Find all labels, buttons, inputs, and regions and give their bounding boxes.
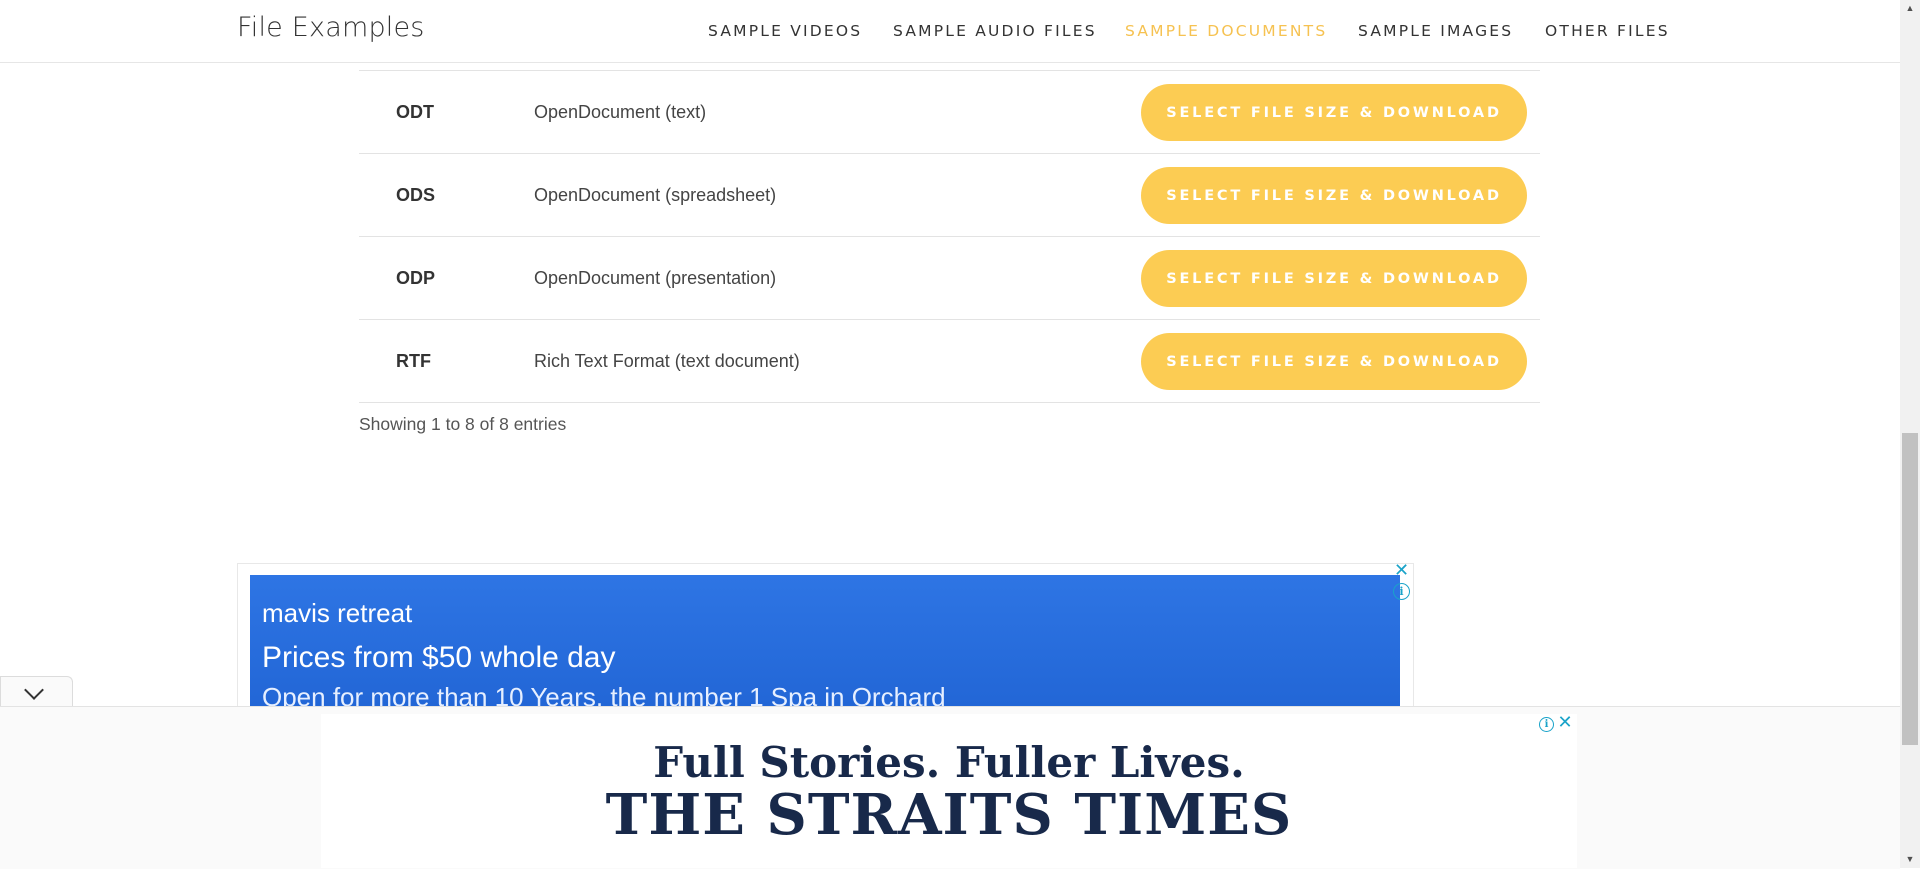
table-row: ODS OpenDocument (spreadsheet) SELECT FI… [359,154,1540,237]
download-button-rtf[interactable]: SELECT FILE SIZE & DOWNLOAD [1141,333,1527,390]
main-nav: SAMPLE VIDEOS SAMPLE AUDIO FILES SAMPLE … [0,22,1900,42]
file-extension: RTF [396,351,431,371]
file-description: OpenDocument (presentation) [534,268,777,288]
nav-sample-videos[interactable]: SAMPLE VIDEOS [708,22,862,40]
ad-subtitle[interactable]: Open for more than 10 Years, the number … [262,682,946,708]
table-row: RTF Rich Text Format (text document) SEL… [359,320,1540,403]
file-extension: ODS [396,185,436,205]
chevron-down-icon [24,680,44,700]
scrollbar[interactable]: ▲ ▼ [1900,0,1920,868]
info-icon[interactable]: i [1393,583,1410,600]
close-icon[interactable]: ✕ [1393,561,1410,579]
ad-banner[interactable]: mavis retreat Prices from $50 whole day … [250,575,1400,708]
nav-sample-images[interactable]: SAMPLE IMAGES [1358,22,1513,40]
file-extension: ODP [396,268,436,288]
scrollbar-thumb[interactable] [1902,433,1918,745]
site-header: File Examples SAMPLE VIDEOS SAMPLE AUDIO… [0,0,1900,63]
sticky-ad-tagline: Full Stories. Fuller Lives. [653,738,1245,787]
file-description: Rich Text Format (text document) [534,351,800,371]
nav-sample-audio-files[interactable]: SAMPLE AUDIO FILES [893,22,1097,40]
nav-other-files[interactable]: OTHER FILES [1545,22,1670,40]
file-description: OpenDocument (text) [534,102,707,122]
nav-sample-documents[interactable]: SAMPLE DOCUMENTS [1125,22,1327,40]
sticky-ad[interactable]: Full Stories. Fuller Lives. THE STRAITS … [321,714,1577,868]
close-icon[interactable]: ✕ [1557,713,1573,731]
file-table: ODT OpenDocument (text) SELECT FILE SIZE… [359,70,1540,403]
table-row: ODT OpenDocument (text) SELECT FILE SIZE… [359,70,1540,154]
table-row: ODP OpenDocument (presentation) SELECT F… [359,237,1540,320]
scroll-up-arrow-icon[interactable]: ▲ [1900,0,1920,17]
file-extension: ODT [396,102,434,122]
download-button-odp[interactable]: SELECT FILE SIZE & DOWNLOAD [1141,250,1527,307]
download-button-odt[interactable]: SELECT FILE SIZE & DOWNLOAD [1141,84,1527,141]
ad-brand[interactable]: mavis retreat [262,598,412,629]
scroll-down-arrow-icon[interactable]: ▼ [1900,851,1920,868]
table-entries-info: Showing 1 to 8 of 8 entries [359,414,567,434]
download-button-ods[interactable]: SELECT FILE SIZE & DOWNLOAD [1141,167,1527,224]
ad-title[interactable]: Prices from $50 whole day [262,641,616,675]
sticky-ad-brand: THE STRAITS TIMES [605,782,1293,848]
file-description: OpenDocument (spreadsheet) [534,185,777,205]
info-icon[interactable]: i [1539,717,1554,732]
sticky-ad-collapse-button[interactable] [0,676,73,707]
